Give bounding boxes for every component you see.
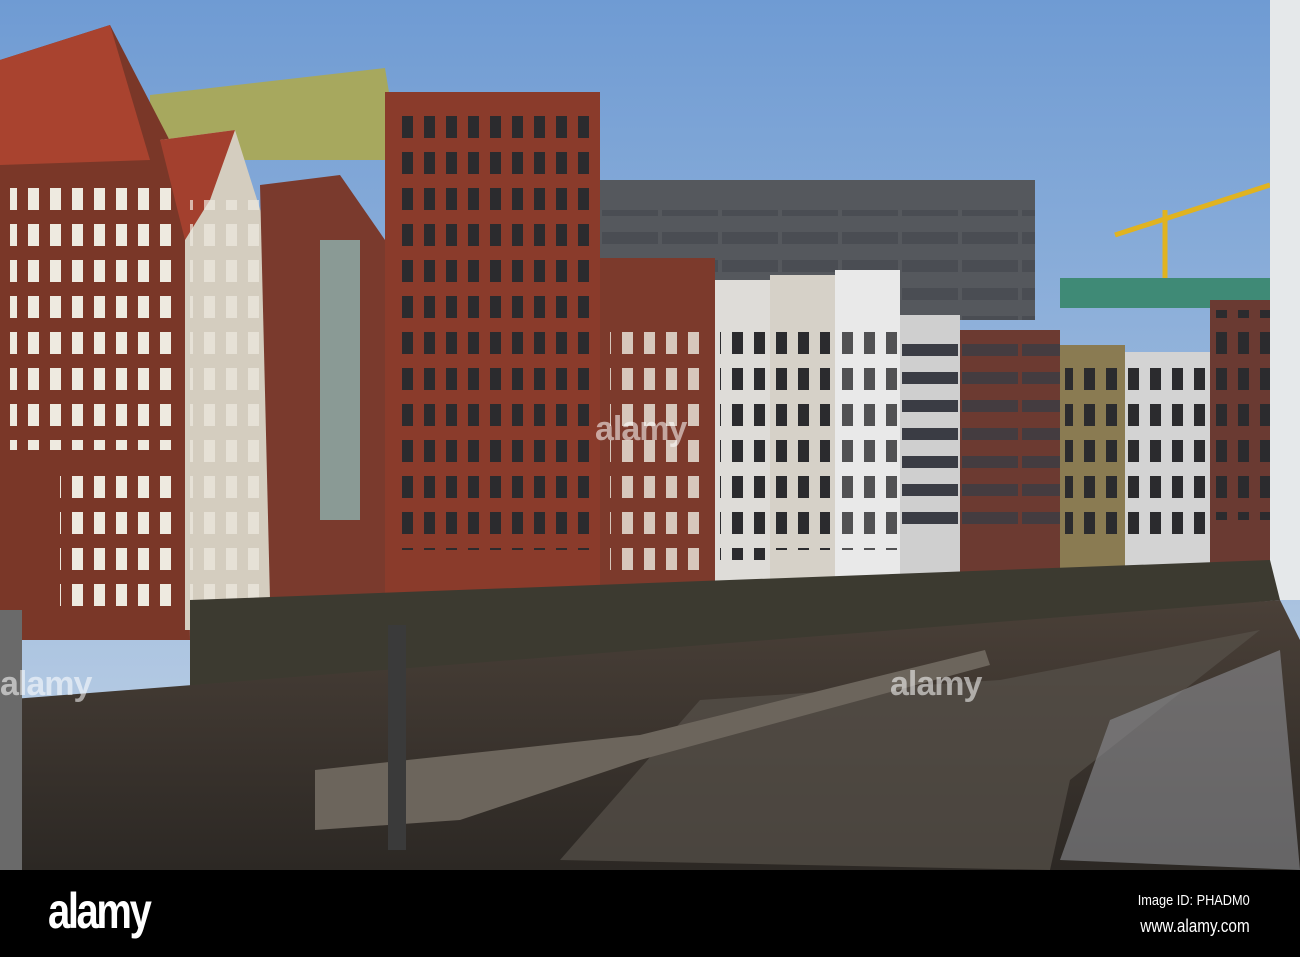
watermark: alamy xyxy=(890,665,982,703)
site-url: www.alamy.com xyxy=(1140,916,1250,936)
scaffolding xyxy=(1270,0,1300,600)
stock-photo: alamy alamy alamy alamy Image ID: PHADM0… xyxy=(0,0,1300,957)
image-id: Image ID: PHADM0 xyxy=(1138,892,1250,909)
footer-bar: alamy Image ID: PHADM0 www.alamy.com xyxy=(0,870,1300,957)
alamy-logo: alamy xyxy=(48,883,152,939)
watermark: alamy xyxy=(595,410,687,448)
watermark: alamy xyxy=(0,665,92,703)
mooring-post xyxy=(388,625,406,850)
